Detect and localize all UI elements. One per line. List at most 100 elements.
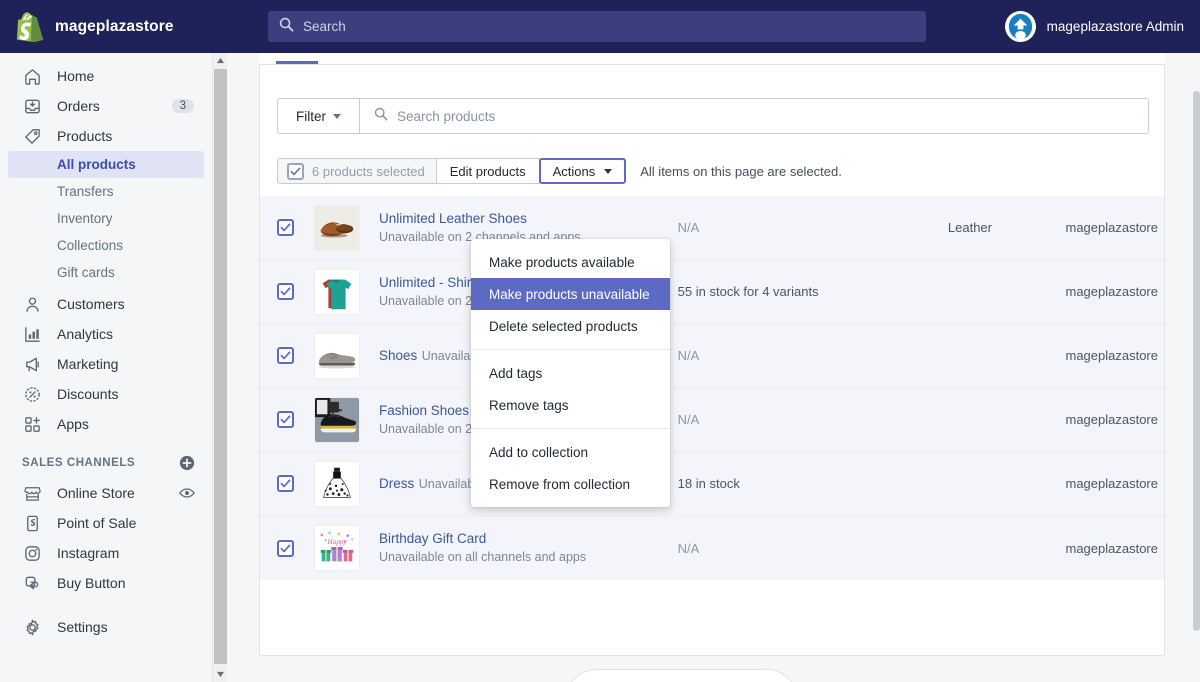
sidebar-item-inventory[interactable]: Inventory [8, 205, 204, 232]
sidebar-item-label: Settings [57, 619, 108, 635]
sidebar-item-label: Orders [57, 98, 100, 114]
analytics-bars-icon [22, 324, 42, 344]
table-row[interactable]: Unlimited - Shirt Unavailable on 2 chann… [260, 260, 1164, 324]
product-info: Birthday Gift Card Unavailable on all ch… [379, 530, 674, 566]
online-store-icon [22, 483, 42, 503]
menu-item-make-products-available[interactable]: Make products available [471, 246, 670, 278]
sidebar-item-analytics[interactable]: Analytics [8, 319, 204, 349]
sidebar-subitem-label: All products [57, 157, 136, 172]
scroll-down-arrow-icon[interactable] [213, 667, 228, 682]
products-tag-icon [22, 126, 42, 146]
sidebar-item-transfers[interactable]: Transfers [8, 178, 204, 205]
brand-area[interactable]: mageplazastore [0, 0, 260, 53]
row-checkbox[interactable] [277, 347, 294, 364]
sidebar-item-label: Discounts [57, 386, 119, 402]
product-name-link[interactable]: Dress [379, 476, 414, 491]
product-inventory: N/A [677, 348, 700, 363]
table-row[interactable]: Fashion Shoes Unavailable on 2 channels … [260, 388, 1164, 452]
row-checkbox[interactable] [277, 283, 294, 300]
product-vendor: mageplazastore [1065, 476, 1158, 491]
buy-button-icon [22, 573, 42, 593]
sidebar-item-marketing[interactable]: Marketing [8, 349, 204, 379]
page-scrollbar-thumb[interactable] [1193, 91, 1200, 631]
checkmark-icon [280, 415, 291, 424]
admin-account-button[interactable]: mageplazastore Admin [1004, 0, 1184, 53]
edit-products-button[interactable]: Edit products [435, 158, 540, 184]
sidebar-item-label: Products [57, 128, 113, 144]
row-checkbox[interactable] [277, 475, 294, 492]
sidebar-item-point-of-sale[interactable]: Point of Sale [8, 508, 204, 538]
table-row[interactable]: Unlimited Leather Shoes Unavailable on 2… [260, 196, 1164, 260]
sidebar-item-products[interactable]: Products [8, 121, 204, 151]
sidebar-item-settings[interactable]: Settings [8, 612, 204, 642]
search-icon [374, 107, 388, 126]
menu-separator [471, 428, 670, 429]
sidebar-item-buy-button[interactable]: Buy Button [8, 568, 204, 598]
eye-icon[interactable] [179, 485, 195, 501]
actions-button[interactable]: Actions [538, 158, 627, 184]
sidebar-subitem-label: Gift cards [57, 265, 115, 280]
sidebar-item-label: Point of Sale [57, 515, 137, 531]
sidebar-item-apps[interactable]: Apps [8, 409, 204, 439]
menu-separator [471, 349, 670, 350]
sidebar-item-discounts[interactable]: Discounts [8, 379, 204, 409]
checkmark-icon [280, 223, 291, 232]
menu-item-remove-tags[interactable]: Remove tags [471, 389, 670, 421]
sidebar-item-customers[interactable]: Customers [8, 289, 204, 319]
sidebar-scrollbar-thumb[interactable] [214, 69, 227, 664]
sidebar-item-online-store[interactable]: Online Store [8, 478, 204, 508]
table-row[interactable]: Dress Unavailable on 2 channels and apps… [260, 452, 1164, 516]
search-products-input[interactable]: Search products [360, 99, 1148, 133]
products-card: Filter Search products 6 products select… [259, 65, 1165, 656]
table-row[interactable]: Shoes Unavailable on 2 channels and apps… [260, 324, 1164, 388]
bulk-selected-label: 6 products selected [312, 163, 425, 179]
plus-circle-icon[interactable] [179, 455, 195, 471]
learn-more-banner[interactable]: ? Learn more about products. [564, 669, 799, 682]
bulk-action-bar: 6 products selected Edit products Action… [277, 158, 842, 184]
bulk-select-checkbox[interactable] [287, 162, 304, 180]
scroll-up-arrow-icon[interactable] [213, 53, 228, 68]
product-name-link[interactable]: Fashion Shoes [379, 403, 469, 418]
product-vendor: mageplazastore [1065, 540, 1158, 556]
table-row[interactable]: Happy Birthday Gift Card Unavailable on … [260, 516, 1164, 580]
avatar [1004, 11, 1036, 42]
menu-item-delete-selected-products[interactable]: Delete selected products [471, 310, 670, 342]
sidebar-item-label: Customers [57, 296, 125, 312]
filter-label: Filter [296, 108, 326, 124]
sidebar-item-orders[interactable]: Orders 3 [8, 91, 204, 121]
menu-item-add-tags[interactable]: Add tags [471, 357, 670, 389]
row-checkbox[interactable] [277, 411, 294, 428]
product-name-link[interactable]: Unlimited Leather Shoes [379, 211, 527, 226]
global-search-input[interactable]: Search [268, 11, 926, 42]
product-inventory: N/A [677, 220, 700, 235]
svg-text:Happy: Happy [326, 538, 347, 546]
instagram-icon [22, 543, 42, 563]
sidebar-item-all-products[interactable]: All products [8, 151, 204, 178]
sidebar-scrollbar[interactable] [212, 53, 227, 682]
menu-item-add-to-collection[interactable]: Add to collection [471, 436, 670, 468]
product-name-link[interactable]: Shoes [379, 348, 417, 363]
apps-grid-plus-icon [22, 414, 42, 434]
sidebar-item-instagram[interactable]: Instagram [8, 538, 204, 568]
product-name-link[interactable]: Birthday Gift Card [379, 531, 486, 546]
sidebar-item-home[interactable]: Home [8, 61, 204, 91]
filter-button[interactable]: Filter [278, 99, 360, 133]
search-icon [279, 17, 294, 37]
main-content: Filter Search products 6 products select… [228, 53, 1193, 682]
sidebar-item-collections[interactable]: Collections [8, 232, 204, 259]
menu-item-remove-from-collection[interactable]: Remove from collection [471, 468, 670, 500]
product-name-link[interactable]: Unlimited - Shirt [379, 275, 475, 290]
filter-search-bar: Filter Search products [277, 98, 1149, 134]
products-table: Unlimited Leather Shoes Unavailable on 2… [260, 196, 1164, 580]
actions-dropdown-menu[interactable]: Make products available Make products un… [471, 239, 670, 507]
bulk-select-all[interactable]: 6 products selected [277, 158, 436, 184]
page-scrollbar[interactable] [1193, 53, 1200, 682]
sales-channels-header: SALES CHANNELS [8, 452, 204, 474]
bulk-selection-note: All items on this page are selected. [640, 163, 842, 179]
discount-percent-icon [22, 384, 42, 404]
row-checkbox[interactable] [277, 219, 294, 236]
sidebar-subitem-label: Collections [57, 238, 124, 253]
row-checkbox[interactable] [277, 539, 294, 557]
menu-item-make-products-unavailable[interactable]: Make products unavailable [471, 278, 670, 310]
sidebar-item-gift-cards[interactable]: Gift cards [8, 259, 204, 286]
